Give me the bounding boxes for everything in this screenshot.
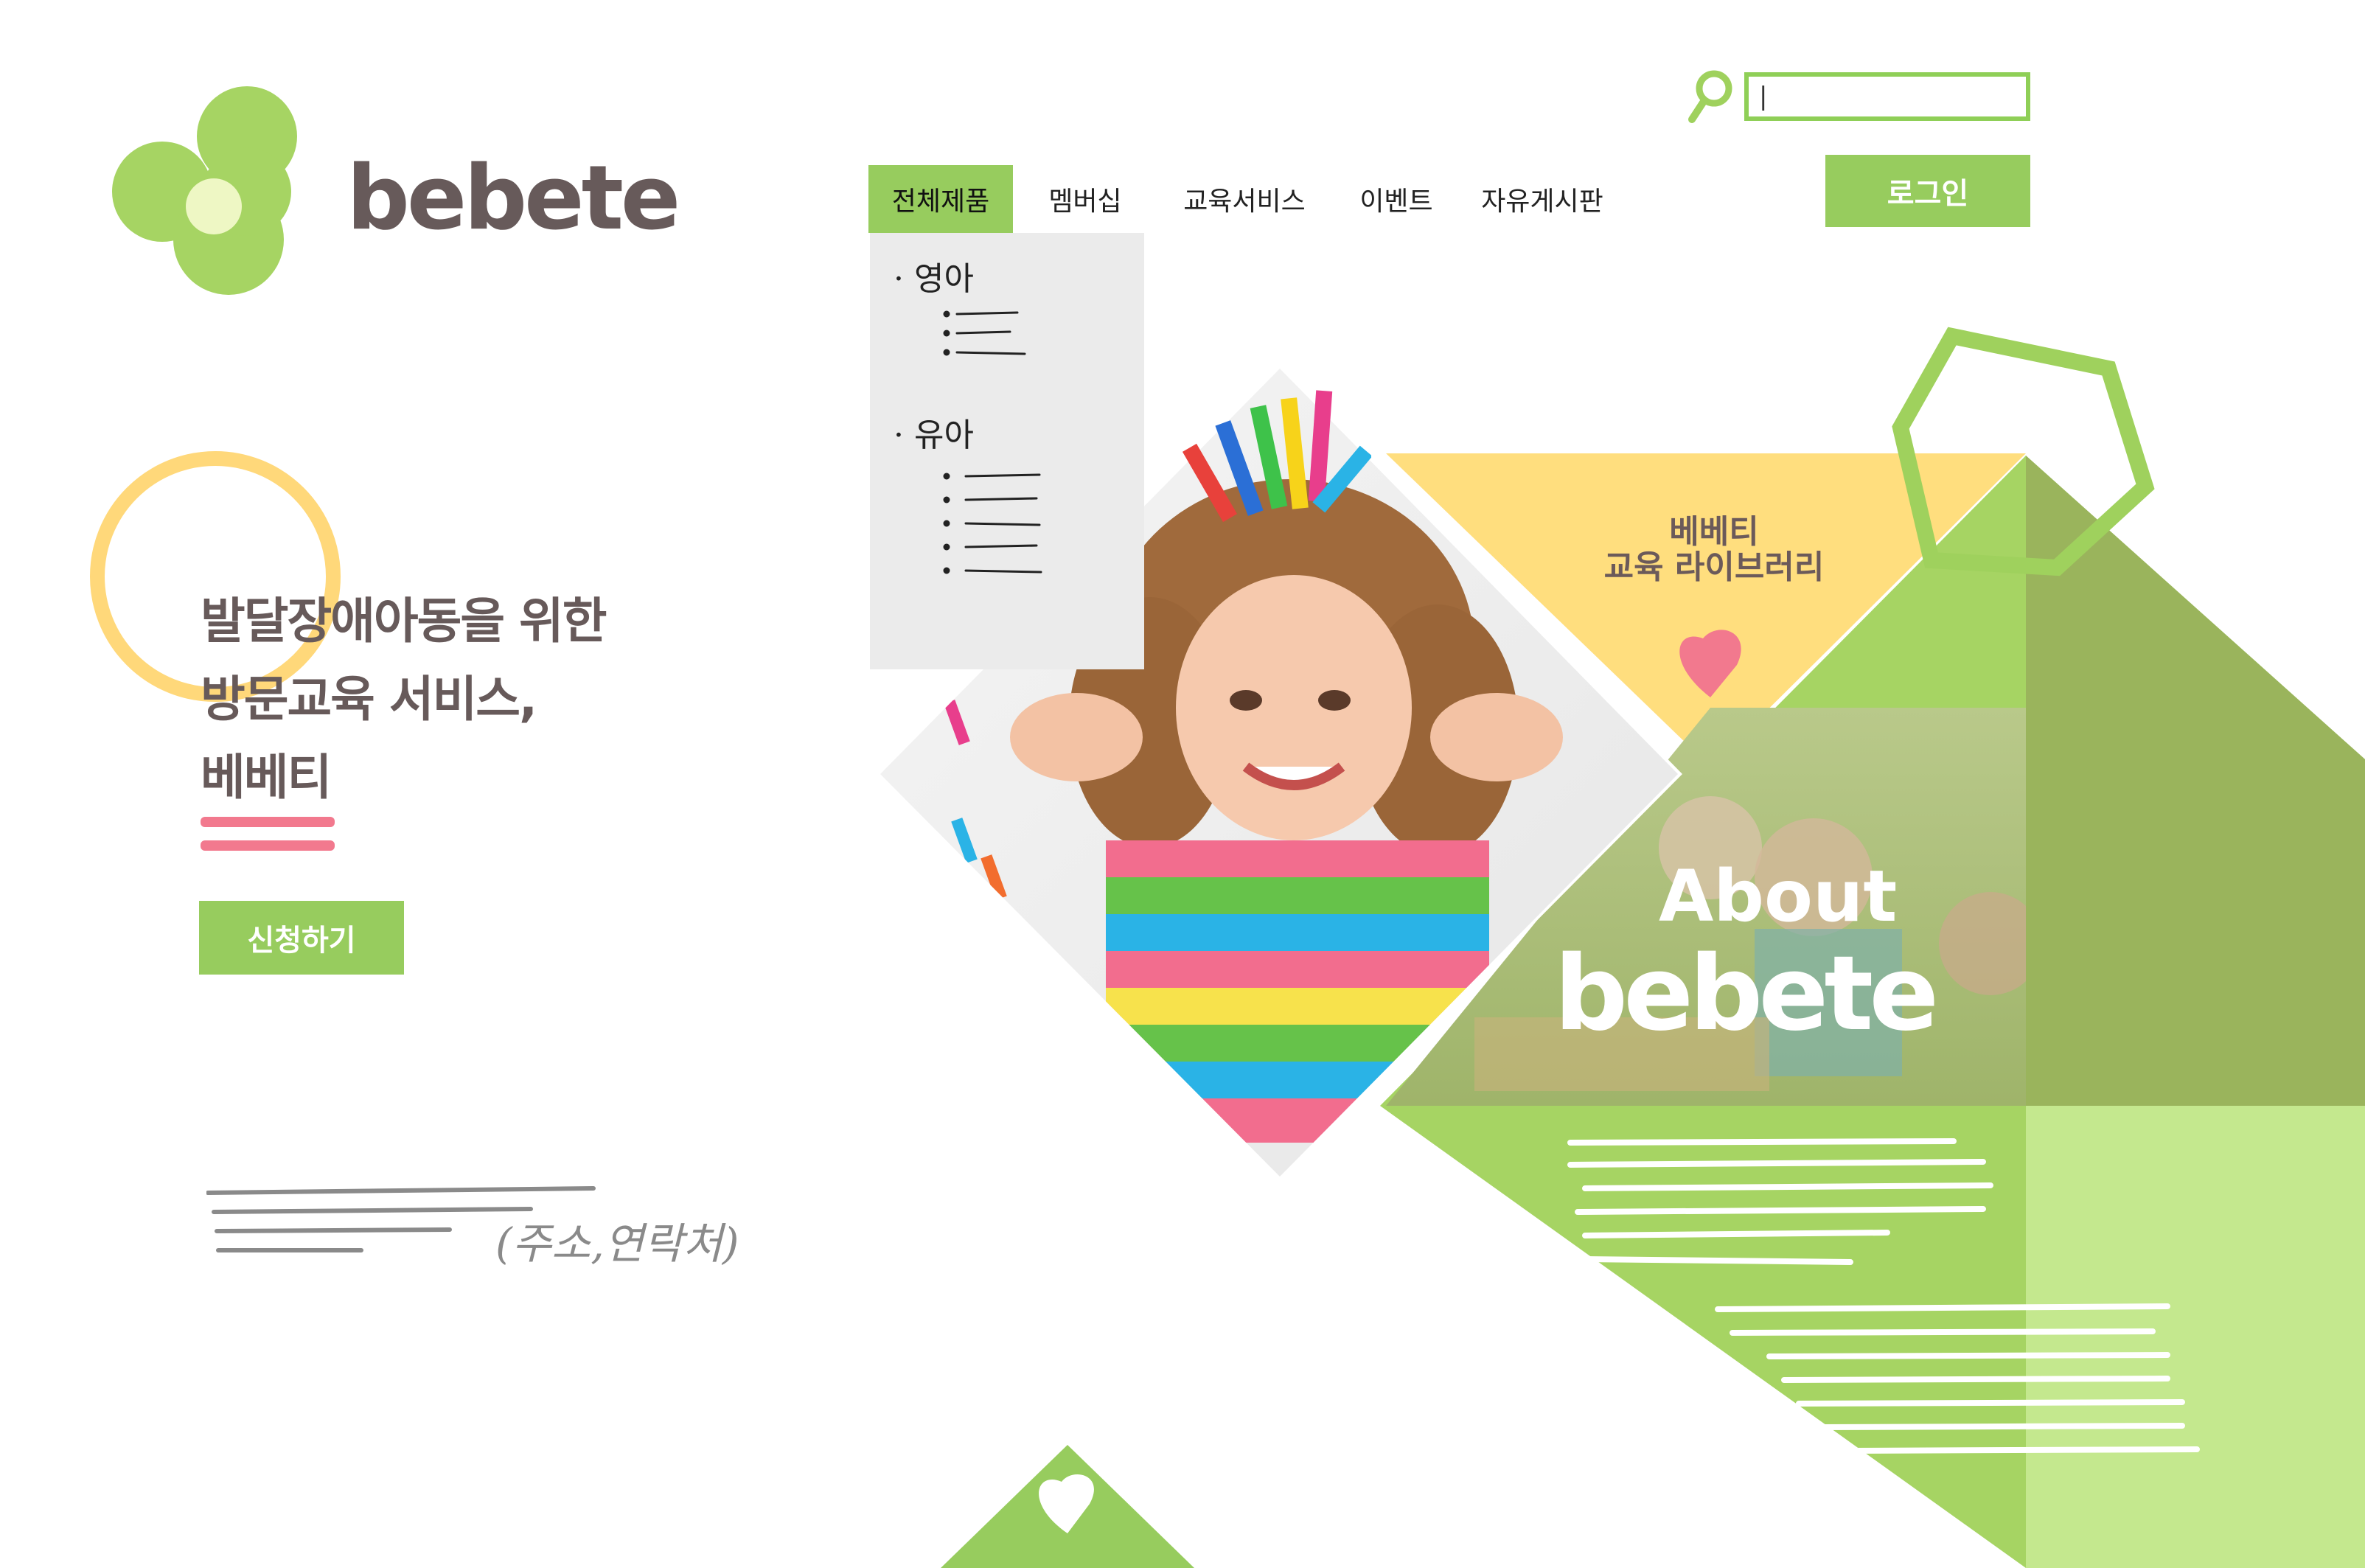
nav-item-event[interactable]: 이벤트 — [1331, 165, 1461, 233]
about-title: About — [1659, 855, 1898, 938]
about-brand-word: bebete — [1554, 949, 1934, 1038]
crayons-decoration — [1182, 390, 1371, 523]
education-library-link[interactable]: 베베티 교육 라이브러리 — [1585, 515, 1843, 585]
products-dropdown: · 영아 · 유아 — [870, 233, 1144, 669]
logo-word: bebete — [346, 147, 678, 250]
footer-address-contact: (주소,연락처) — [495, 1219, 739, 1269]
hero-underline-decoration — [201, 817, 335, 851]
nav-item-membership[interactable]: 멤버십 — [1013, 165, 1157, 233]
bebete-logo[interactable]: bebete — [111, 81, 700, 310]
library-line-1: 베베티 — [1669, 513, 1759, 551]
nav-item-free-board[interactable]: 자유게시판 — [1461, 165, 1623, 233]
apply-button[interactable]: 신청하기 — [199, 901, 404, 975]
login-button[interactable]: 로그인 — [1825, 155, 2030, 227]
search-input[interactable] — [1744, 72, 2030, 121]
library-line-2: 교육 라이브러리 — [1603, 548, 1825, 586]
search-icon[interactable] — [1685, 68, 1736, 127]
nav-item-all-products[interactable]: 전체제품 — [868, 165, 1013, 233]
light-green-panel — [2026, 1106, 2365, 1568]
main-nav: 전체제품 멤버십 교육서비스 이벤트 자유게시판 — [868, 165, 1623, 233]
hero-headline: 발달장애아동을 위한 방문교육 서비스, 베베티 — [201, 582, 717, 817]
nav-item-education-service[interactable]: 교육서비스 — [1157, 165, 1331, 233]
clover-icon — [112, 86, 297, 295]
hero-line-2: 방문교육 서비스, — [201, 671, 537, 728]
hero-line-3: 베베티 — [201, 749, 332, 806]
hero-line-1: 발달장애아동을 위한 — [201, 593, 607, 649]
dropdown-placeholder-lines — [943, 310, 1042, 574]
about-brand-logo: bebete — [1554, 949, 1939, 1038]
